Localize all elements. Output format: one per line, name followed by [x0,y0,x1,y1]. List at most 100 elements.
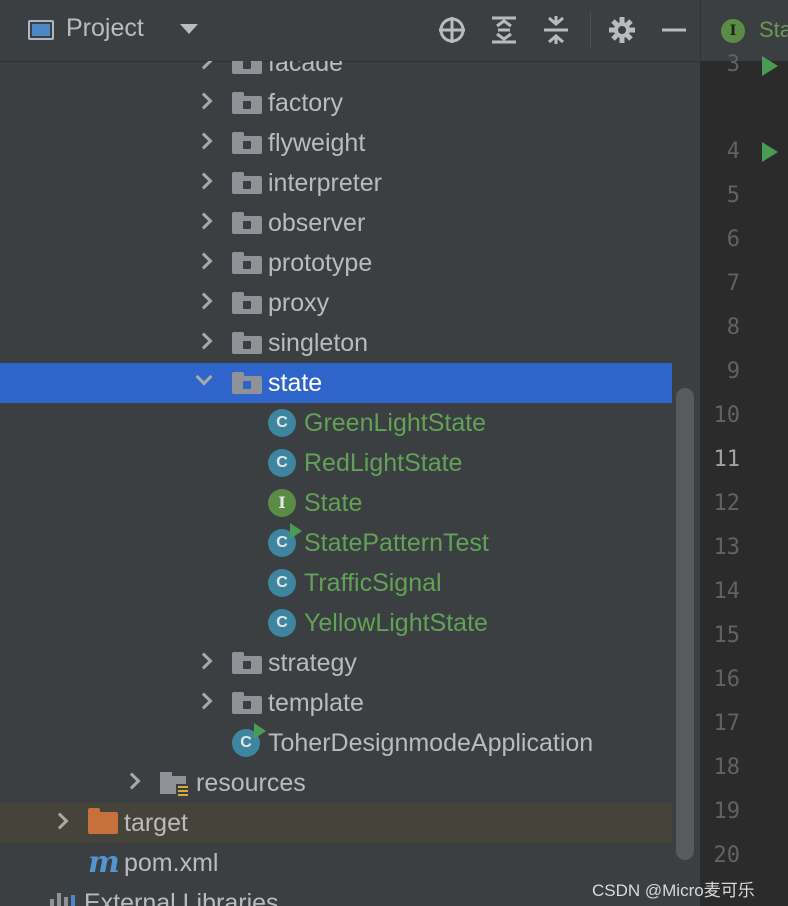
tree-item-pom-xml[interactable]: m pom.xml [0,843,672,883]
line-number: 16 [713,667,741,692]
tree-item-template[interactable]: template [0,683,672,723]
tree-item-label: StatePatternTest [304,529,489,557]
tree-item-flyweight[interactable]: flyweight [0,123,672,163]
tree-item-label: pom.xml [124,849,219,877]
chevron-right-icon[interactable] [195,692,213,710]
tree-item-label: GreenLightState [304,409,487,437]
window-icon [28,20,54,40]
locate-icon[interactable] [437,14,467,46]
tree-item-target[interactable]: target [0,803,672,843]
maven-icon: m [88,845,120,880]
collapse-all-icon[interactable] [541,14,571,46]
line-number: 3 [726,52,740,77]
tree-scrollbar[interactable] [676,388,694,860]
line-number: 8 [726,315,740,340]
tree-item-yellowlightstate[interactable]: C YellowLightState [0,603,672,643]
chevron-right-icon[interactable] [195,212,213,230]
chevron-right-icon[interactable] [195,332,213,350]
tree-item-label: factory [268,89,344,117]
excluded-folder-icon [88,808,118,834]
line-number: 11 [713,447,741,472]
package-folder-icon [232,92,262,114]
tree-item-label: target [124,809,188,837]
interface-icon: I [721,19,745,43]
tree-item-label: External Libraries [84,889,279,906]
libraries-icon [48,889,78,906]
project-tool-window-header: Project [0,0,700,62]
tree-item-label: prototype [268,249,373,277]
run-gutter-icon[interactable] [762,142,778,162]
line-number: 7 [726,271,740,296]
chevron-right-icon[interactable] [195,292,213,310]
interface-icon: I [268,489,296,517]
tree-item-interpreter[interactable]: interpreter [0,163,672,203]
chevron-right-icon[interactable] [123,772,141,790]
line-number: 10 [713,403,741,428]
tree-item-redlightstate[interactable]: C RedLightState [0,443,672,483]
project-tree: facade factory flyweight interpreter observe… [0,61,700,906]
tree-item-factory[interactable]: factory [0,83,672,123]
class-icon: C [268,609,296,637]
line-number: 17 [713,711,741,736]
chevron-right-icon[interactable] [195,652,213,670]
chevron-right-icon[interactable] [51,812,69,830]
tree-item-prototype[interactable]: prototype [0,243,672,283]
tree-item-label: strategy [268,649,357,677]
tree-item-trafficsignal[interactable]: C TrafficSignal [0,563,672,603]
chevron-right-icon[interactable] [195,132,213,150]
tree-item-label: YellowLightState [304,609,488,637]
tree-item-singleton[interactable]: singleton [0,323,672,363]
icon-letter: C [276,614,288,631]
tree-item-statepatterntest[interactable]: C StatePatternTest [0,523,672,563]
chevron-right-icon[interactable] [195,61,213,70]
package-folder-icon [232,212,262,234]
chevron-right-icon[interactable] [195,252,213,270]
package-folder-icon [232,332,262,354]
tree-item-label: interpreter [268,169,382,197]
gear-icon[interactable] [607,14,637,46]
package-folder-icon [232,692,262,714]
tree-item-proxy[interactable]: proxy [0,283,672,323]
package-folder-icon [232,132,262,154]
tree-item-label: observer [268,209,366,237]
tree-item-toherdesignmodeapplication[interactable]: C ToherDesignmodeApplication [0,723,672,763]
tree-item-state[interactable]: state [0,363,672,403]
chevron-right-icon[interactable] [195,172,213,190]
tree-item-label: state [268,369,323,397]
tree-item-greenlightstate[interactable]: C GreenLightState [0,403,672,443]
tree-item-label: TrafficSignal [304,569,442,597]
run-badge-icon [254,723,266,739]
editor-tab-label: Sta [759,17,788,42]
tree-item-observer[interactable]: observer [0,203,672,243]
expand-all-icon[interactable] [489,14,519,46]
package-folder-icon [232,61,262,74]
line-number: 9 [726,359,740,384]
line-number: 12 [713,491,741,516]
tree-item-label: proxy [268,289,330,317]
tree-item-facade[interactable]: facade [0,61,672,83]
chevron-down-icon[interactable] [195,368,213,386]
package-folder-icon [232,372,262,394]
run-gutter-icon[interactable] [762,56,778,76]
line-number: 20 [713,843,741,868]
icon-letter: C [276,454,288,471]
line-number: 6 [726,227,740,252]
line-number: 19 [713,799,741,824]
class-icon: C [268,523,302,557]
chevron-down-icon[interactable] [180,24,198,34]
icon-letter: C [276,414,288,431]
tree-item-external-libraries[interactable]: External Libraries [0,883,672,906]
line-number: 18 [713,755,741,780]
line-number: 4 [726,139,740,164]
tree-item-label: template [268,689,364,717]
package-folder-icon [232,172,262,194]
header-divider [590,12,591,48]
run-badge-icon [290,523,302,539]
tree-item-resources[interactable]: resources [0,763,672,803]
tree-item-label: RedLightState [304,449,463,477]
tree-item-strategy[interactable]: strategy [0,643,672,683]
project-view-title[interactable]: Project [66,14,144,43]
chevron-right-icon[interactable] [195,92,213,110]
tree-item-state[interactable]: I State [0,483,672,523]
minimize-icon[interactable] [660,14,690,46]
